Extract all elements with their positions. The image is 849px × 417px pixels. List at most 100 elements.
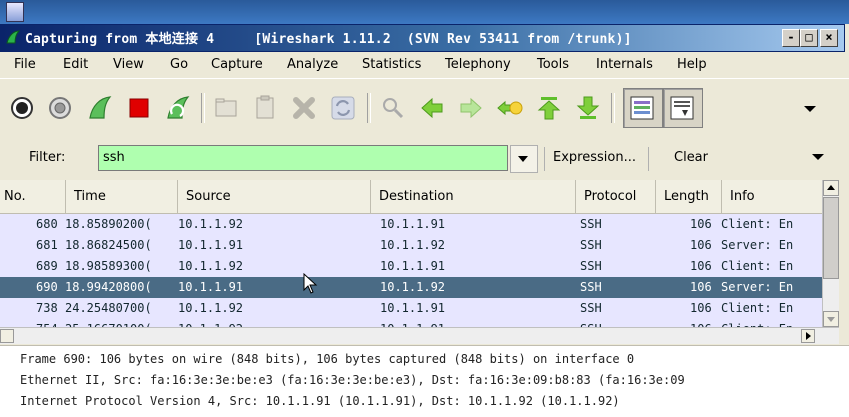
packet-row[interactable]: 681 18.86824500( 10.1.1.91 10.1.1.92 SSH… [0,235,822,256]
interfaces-icon[interactable] [6,92,38,124]
go-back-icon[interactable] [416,92,448,124]
menu-bar: File Edit View Go Capture Analyze Statis… [0,52,849,78]
chevron-down-icon [827,317,835,322]
cell-source: 10.1.1.91 [178,238,244,252]
start-capture-icon[interactable] [84,92,116,124]
toolbar-separator [611,93,615,123]
menu-tools[interactable]: Tools [537,57,569,72]
menu-go[interactable]: Go [170,57,188,72]
menu-statistics[interactable]: Statistics [362,57,421,72]
cell-protocol: SSH [580,280,602,294]
options-icon[interactable] [44,92,76,124]
scroll-down-button[interactable] [823,311,839,327]
menu-edit[interactable]: Edit [63,57,88,72]
cell-length: 106 [690,217,712,231]
column-header-time[interactable]: Time [66,180,178,213]
scroll-thumb[interactable] [823,197,839,279]
save-file-icon[interactable] [249,92,281,124]
filter-toolbar: Filter: ssh Expression... Clear [0,137,849,179]
menu-analyze[interactable]: Analyze [287,57,338,72]
packet-details-pane: Frame 690: 106 bytes on wire (848 bits),… [0,345,849,417]
more-icon[interactable] [800,92,820,124]
filter-separator [544,147,545,171]
restart-capture-icon[interactable] [162,92,194,124]
menu-help[interactable]: Help [677,57,707,72]
desktop-background [0,0,849,24]
cell-info: Client: En [721,259,794,273]
close-file-icon[interactable] [288,92,320,124]
cell-length: 106 [690,238,712,252]
menu-capture[interactable]: Capture [211,57,263,72]
column-header-info[interactable]: Info [722,180,822,213]
cell-no: 681 [36,238,58,252]
cell-time: 18.85890200( [65,217,152,231]
cell-info: Client: En [721,217,794,231]
packet-row-selected[interactable]: 690 18.99420800( 10.1.1.91 10.1.1.92 SSH… [0,277,822,298]
column-header-no[interactable]: No. [0,180,66,213]
window-title: Capturing from 本地连接 4 [Wireshark 1.11.2 … [25,32,632,47]
cell-destination: 10.1.1.91 [380,301,446,315]
detail-ethernet-line[interactable]: Ethernet II, Src: fa:16:3e:3e:be:e3 (fa:… [20,373,685,387]
maximize-button[interactable]: □ [800,29,818,47]
desktop-shortcut-icon[interactable] [6,2,24,22]
wireshark-fin-icon [6,30,21,44]
scroll-left-button[interactable] [0,329,14,343]
filter-separator [648,147,649,171]
packet-list: No. Time Source Destination Protocol Len… [0,180,849,344]
cell-destination: 10.1.1.92 [380,238,446,252]
menu-view[interactable]: View [113,57,144,72]
packet-list-horizontal-scrollbar[interactable] [0,327,839,344]
mouse-pointer-icon [303,273,318,294]
column-header-length[interactable]: Length [656,180,722,213]
packet-list-vertical-scrollbar[interactable] [822,180,840,327]
cell-protocol: SSH [580,301,602,315]
scroll-right-button[interactable] [801,329,815,343]
cell-no: 690 [36,280,58,294]
first-packet-icon[interactable] [533,92,565,124]
column-header-source[interactable]: Source [178,180,371,213]
last-packet-icon[interactable] [572,92,604,124]
go-to-packet-icon[interactable] [494,92,526,124]
close-button[interactable]: × [820,29,838,47]
minimize-button[interactable]: - [782,29,800,47]
cell-time: 18.86824500( [65,238,152,252]
cell-destination: 10.1.1.91 [380,217,446,231]
go-forward-icon[interactable] [455,92,487,124]
cell-protocol: SSH [580,217,602,231]
cell-protocol: SSH [580,259,602,273]
wireshark-window: Capturing from 本地连接 4 [Wireshark 1.11.2 … [0,24,849,417]
column-header-protocol[interactable]: Protocol [576,180,656,213]
packet-list-header: No. Time Source Destination Protocol Len… [0,180,822,214]
autoscroll-icon [670,96,694,120]
menu-telephony[interactable]: Telephony [445,57,511,72]
filter-more-icon[interactable] [811,150,825,164]
filter-history-dropdown[interactable] [510,145,538,173]
packet-row[interactable]: 680 18.85890200( 10.1.1.92 10.1.1.91 SSH… [0,214,822,235]
expression-button[interactable]: Expression... [553,150,636,165]
packet-row[interactable]: 689 18.98589300( 10.1.1.92 10.1.1.91 SSH… [0,256,822,277]
open-file-icon[interactable] [210,92,242,124]
cell-time: 18.98589300( [65,259,152,273]
cell-no: 738 [36,301,58,315]
column-header-destination[interactable]: Destination [371,180,576,213]
filter-label: Filter: [29,150,66,165]
cell-time: 18.99420800( [65,280,152,294]
stop-capture-icon[interactable] [123,92,155,124]
packet-row[interactable]: 738 24.25480700( 10.1.1.92 10.1.1.91 SSH… [0,298,822,319]
display-filter-input[interactable]: ssh [98,145,508,171]
scroll-up-button[interactable] [823,180,839,196]
clear-button[interactable]: Clear [674,150,708,165]
title-bar[interactable]: Capturing from 本地连接 4 [Wireshark 1.11.2 … [0,24,845,52]
reload-icon[interactable] [327,92,359,124]
cell-source: 10.1.1.91 [178,280,244,294]
detail-frame-line[interactable]: Frame 690: 106 bytes on wire (848 bits),… [20,352,634,366]
detail-ip-line[interactable]: Internet Protocol Version 4, Src: 10.1.1… [20,394,620,408]
cell-info: Server: En [721,238,794,252]
cell-protocol: SSH [580,238,602,252]
find-icon[interactable] [377,92,409,124]
colorize-icon [630,96,654,120]
menu-file[interactable]: File [14,57,36,72]
cell-length: 106 [690,259,712,273]
menu-internals[interactable]: Internals [596,57,653,72]
main-toolbar [0,78,849,138]
